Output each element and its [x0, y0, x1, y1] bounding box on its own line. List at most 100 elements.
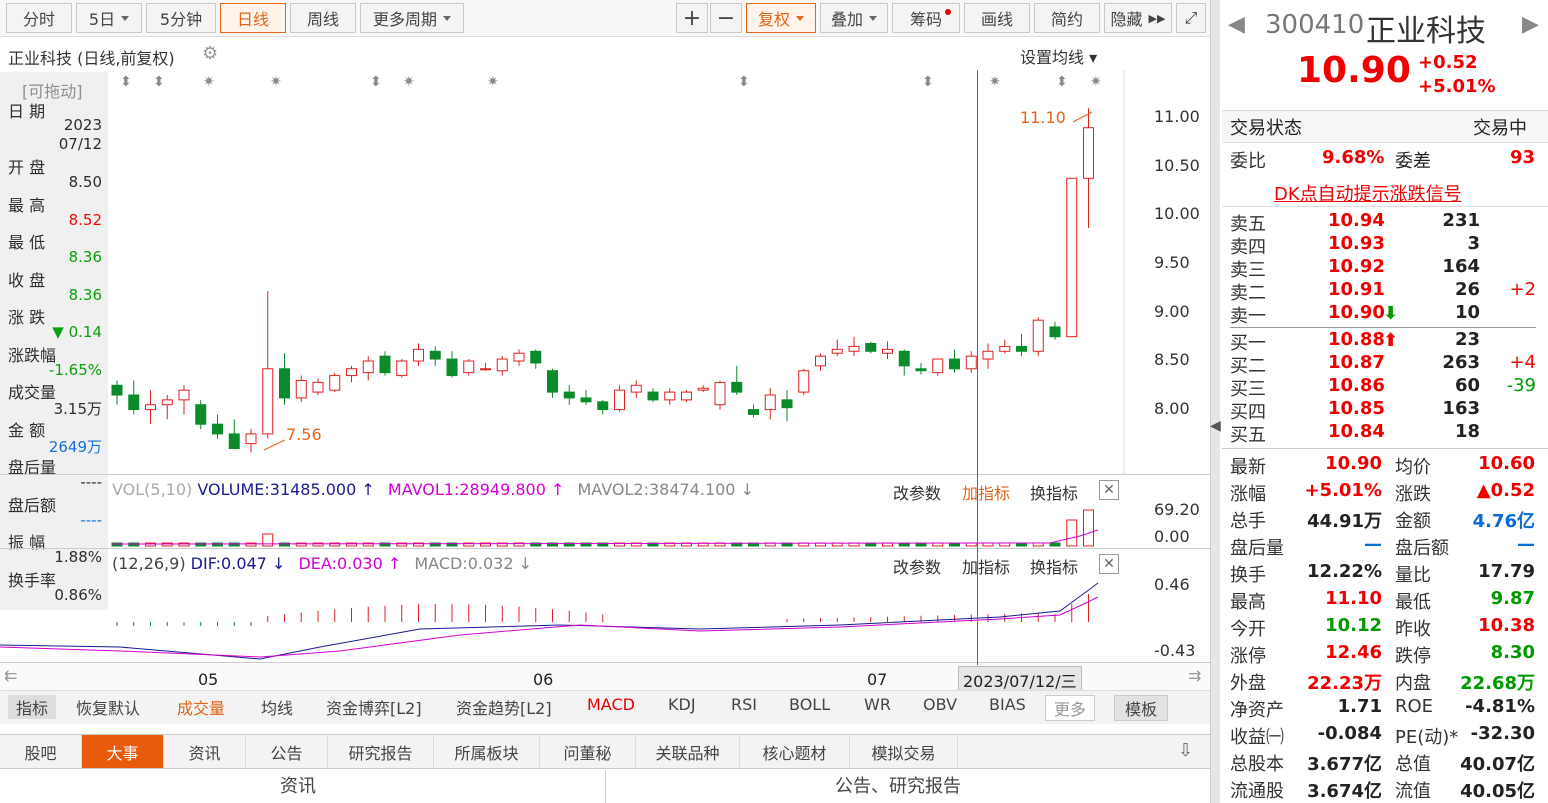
- zoom-in-button[interactable]: +: [676, 3, 708, 33]
- status-label: 交易状态: [1230, 118, 1302, 139]
- book-volume: 163: [1442, 398, 1480, 419]
- double-chevron-icon: ▶▶: [1148, 11, 1166, 25]
- candle: [597, 399, 609, 415]
- candle-body: [949, 358, 960, 370]
- bottom-tab[interactable]: 所属板块: [434, 735, 540, 768]
- ind-tab[interactable]: 更多: [1045, 695, 1096, 721]
- scroll-left-icon[interactable]: ⇇: [4, 666, 17, 685]
- stat-label: 最低: [1395, 592, 1431, 613]
- stat-label: ROE: [1395, 696, 1434, 717]
- bottom-tab[interactable]: 关联品种: [636, 735, 740, 768]
- ind-tab[interactable]: BIAS: [989, 695, 1026, 714]
- chevron-down-icon: [443, 15, 451, 21]
- bottom-tab[interactable]: 核心题材: [740, 735, 850, 768]
- zoom-out-button[interactable]: −: [710, 3, 742, 33]
- event-marker-icon[interactable]: ✷: [487, 74, 499, 90]
- hide-button[interactable]: 隐藏 ▶▶: [1104, 3, 1172, 33]
- period-5day-label: 5日: [88, 10, 116, 29]
- event-marker-icon[interactable]: ⬍: [1056, 74, 1068, 90]
- ind-tab[interactable]: 成交量: [177, 695, 225, 719]
- ind-tab[interactable]: 模板: [1114, 695, 1169, 721]
- book-price: 10.91: [1328, 279, 1385, 300]
- stat-label: PE(动)*: [1395, 727, 1459, 748]
- period-5min[interactable]: 5分钟: [146, 3, 216, 33]
- ind-tab[interactable]: RSI: [731, 695, 757, 714]
- period-5day[interactable]: 5日: [76, 3, 142, 33]
- ind-tab[interactable]: 资金博弈[L2]: [326, 695, 422, 719]
- dk-link[interactable]: DK点自动提示涨跌信号: [1274, 180, 1462, 206]
- period-daily[interactable]: 日线: [220, 3, 286, 33]
- event-marker-icon[interactable]: ✷: [1090, 74, 1102, 90]
- stat-value: 3.677亿: [1307, 754, 1382, 775]
- candle-chart[interactable]: [0, 70, 1210, 475]
- candle-body: [1049, 326, 1061, 338]
- ind-tab[interactable]: 资金趋势[L2]: [456, 695, 552, 719]
- macd-chart: [0, 575, 1210, 665]
- bottom-tab[interactable]: 资讯: [164, 735, 246, 768]
- event-marker-icon[interactable]: ✷: [989, 74, 1001, 90]
- candle: [513, 349, 525, 366]
- candle-body: [965, 355, 977, 370]
- collapse-icon[interactable]: ◀: [1210, 418, 1221, 434]
- candle-body: [111, 384, 123, 396]
- candle-body: [329, 375, 341, 391]
- bottom-tab[interactable]: 研究报告: [328, 735, 434, 768]
- event-marker-icon[interactable]: ⬍: [370, 74, 382, 90]
- period-more[interactable]: 更多周期: [360, 3, 464, 33]
- book-price: 10.92: [1328, 256, 1385, 277]
- bottom-tab[interactable]: 股吧: [0, 735, 82, 768]
- bottom-tab[interactable]: 问董秘: [540, 735, 636, 768]
- splitter[interactable]: [1210, 0, 1220, 803]
- book-price: 10.94: [1328, 210, 1385, 231]
- event-marker-icon[interactable]: ✷: [203, 74, 215, 90]
- overlay-button[interactable]: 叠加: [820, 3, 888, 33]
- bottom-tab-active[interactable]: 大事: [82, 735, 164, 768]
- bottom-tab[interactable]: 公告: [246, 735, 328, 768]
- candle-body: [547, 370, 558, 393]
- gear-icon[interactable]: ⚙: [202, 43, 218, 64]
- event-marker-icon[interactable]: ✷: [270, 74, 282, 90]
- candle-body: [563, 391, 575, 399]
- candle-body: [647, 391, 659, 401]
- event-marker-icon[interactable]: ⬍: [922, 74, 934, 90]
- ind-tab[interactable]: KDJ: [668, 695, 696, 714]
- period-fenshi[interactable]: 分时: [6, 3, 72, 33]
- stat-label: 总股本: [1230, 754, 1284, 775]
- next-stock-icon[interactable]: ▶: [1522, 12, 1539, 37]
- ind-tab[interactable]: 均线: [261, 695, 293, 719]
- ind-tab[interactable]: MACD: [587, 695, 635, 714]
- prev-stock-icon[interactable]: ◀: [1228, 12, 1245, 37]
- chips-button[interactable]: 筹码: [892, 3, 960, 33]
- ma-setting-button[interactable]: 设置均线 ▾: [1020, 44, 1097, 68]
- close-icon[interactable]: ✕: [1099, 480, 1119, 500]
- candle-body: [128, 394, 140, 411]
- simple-button[interactable]: 简约: [1034, 3, 1100, 33]
- event-marker-icon[interactable]: ✷: [403, 74, 415, 90]
- event-marker-icon[interactable]: ⬍: [738, 74, 750, 90]
- ind-tab[interactable]: OBV: [923, 695, 957, 714]
- download-icon[interactable]: ⇩: [1178, 740, 1193, 761]
- draw-button[interactable]: 画线: [964, 3, 1030, 33]
- ind-tab[interactable]: BOLL: [789, 695, 830, 714]
- macd-svg: [0, 582, 1099, 660]
- period-weekly[interactable]: 周线: [290, 3, 356, 33]
- close-icon[interactable]: ✕: [1099, 554, 1119, 574]
- ind-tab[interactable]: 指标: [8, 695, 57, 719]
- lo-label: 7.56: [286, 425, 322, 444]
- event-marker-icon[interactable]: ⬍: [153, 74, 165, 90]
- adjust-button[interactable]: 复权: [746, 3, 816, 33]
- stat-value: -4.81%: [1465, 696, 1535, 717]
- date-year: 2023: [63, 116, 102, 134]
- candle-body: [731, 381, 743, 393]
- fullscreen-icon[interactable]: ⤢: [1176, 3, 1206, 33]
- event-marker-icon[interactable]: ⬍: [120, 74, 132, 90]
- scroll-right-icon[interactable]: ⇉: [1188, 666, 1201, 685]
- ind-tab[interactable]: 恢复默认: [76, 695, 140, 719]
- candle: [865, 341, 877, 354]
- bottom-section: 资讯: [280, 776, 316, 797]
- stat-value: 40.05亿: [1460, 781, 1535, 802]
- bottom-tab[interactable]: 模拟交易: [850, 735, 958, 768]
- ind-tab[interactable]: WR: [864, 695, 891, 714]
- book-level-label: 买五: [1230, 425, 1266, 446]
- candle: [932, 358, 944, 376]
